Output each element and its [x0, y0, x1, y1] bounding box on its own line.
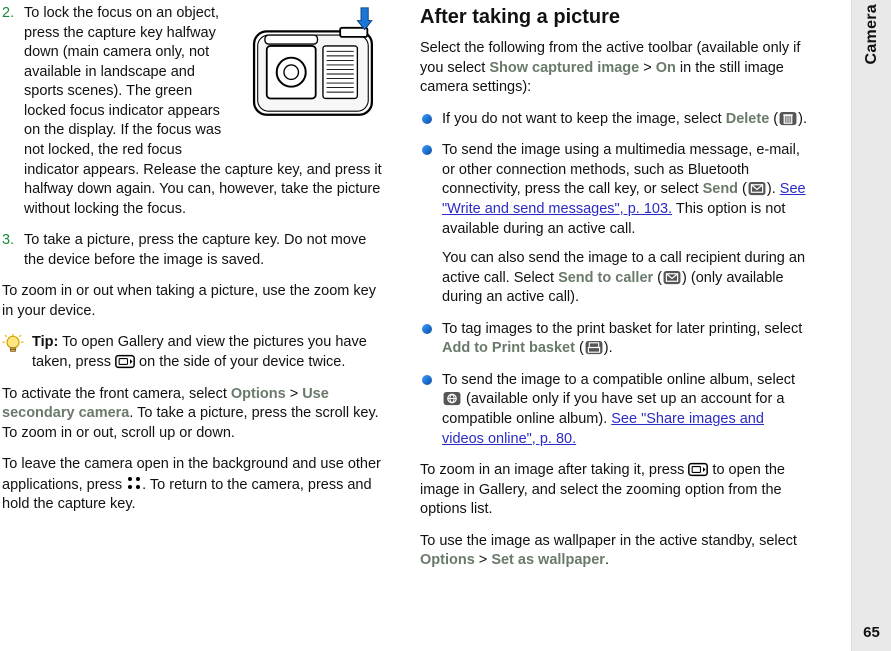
trash-icon: [778, 111, 798, 126]
leave-open-paragraph: To leave the camera open in the backgrou…: [2, 455, 390, 515]
zoom-paragraph: To zoom in or out when taking a picture,…: [2, 282, 390, 321]
step-3-text: To take a picture, press the capture key…: [24, 232, 366, 268]
intro-paragraph: Select the following from the active too…: [420, 39, 808, 98]
bullet-icon: [422, 375, 432, 385]
step-3-number: 3.: [2, 231, 14, 251]
bullet-icon: [422, 114, 432, 124]
send-label: Send: [703, 181, 738, 197]
show-captured-image-label: Show captured image: [489, 60, 639, 76]
bullet-icon: [422, 324, 432, 334]
send-to-caller-label: Send to caller: [558, 270, 653, 286]
toolbar-options-list: If you do not want to keep the image, se…: [420, 110, 808, 449]
list-item: If you do not want to keep the image, se…: [420, 110, 808, 130]
lightbulb-icon: [2, 334, 24, 356]
send-to-caller-paragraph: You can also send the image to a call re…: [442, 249, 808, 308]
step-2-number: 2.: [2, 4, 14, 24]
menu-key-icon: [126, 475, 142, 491]
gallery-key-icon: [688, 462, 708, 477]
page-sidebar: Camera 65: [851, 0, 891, 651]
envelope-icon: [662, 270, 682, 285]
envelope-icon: [747, 181, 767, 196]
list-item: To tag images to the print basket for la…: [420, 320, 808, 359]
section-tab-label: Camera: [861, 4, 883, 65]
tip-text-b: on the side of your device twice.: [135, 354, 345, 370]
options-label: Options: [231, 386, 286, 402]
right-column: After taking a picture Select the follow…: [418, 0, 818, 651]
add-to-print-basket-label: Add to Print basket: [442, 340, 575, 356]
step-3: 3. To take a picture, press the capture …: [2, 231, 390, 270]
front-camera-paragraph: To activate the front camera, select Opt…: [2, 385, 390, 444]
set-as-wallpaper-label: Set as wallpaper: [491, 552, 605, 568]
page-number: 65: [863, 623, 880, 643]
tip-label: Tip:: [32, 334, 58, 350]
section-heading: After taking a picture: [420, 4, 808, 31]
phone-back-illustration: [245, 4, 390, 144]
wallpaper-paragraph: To use the image as wallpaper in the act…: [420, 532, 808, 571]
gallery-key-icon: [115, 354, 135, 369]
step-2: 2. To lock the focus on an object, press…: [2, 4, 390, 219]
bullet-icon: [422, 145, 432, 155]
left-column: 2. To lock the focus on an object, press…: [0, 0, 400, 651]
on-label: On: [656, 60, 676, 76]
print-basket-icon: [584, 340, 604, 355]
online-album-icon: [442, 391, 462, 406]
zoom-after-paragraph: To zoom in an image after taking it, pre…: [420, 461, 808, 520]
options-label: Options: [420, 552, 475, 568]
tip-box: Tip: To open Gallery and view the pictur…: [2, 333, 390, 372]
delete-label: Delete: [726, 111, 770, 127]
list-item: To send the image to a compatible online…: [420, 371, 808, 449]
list-item: To send the image using a multimedia mes…: [420, 141, 808, 308]
